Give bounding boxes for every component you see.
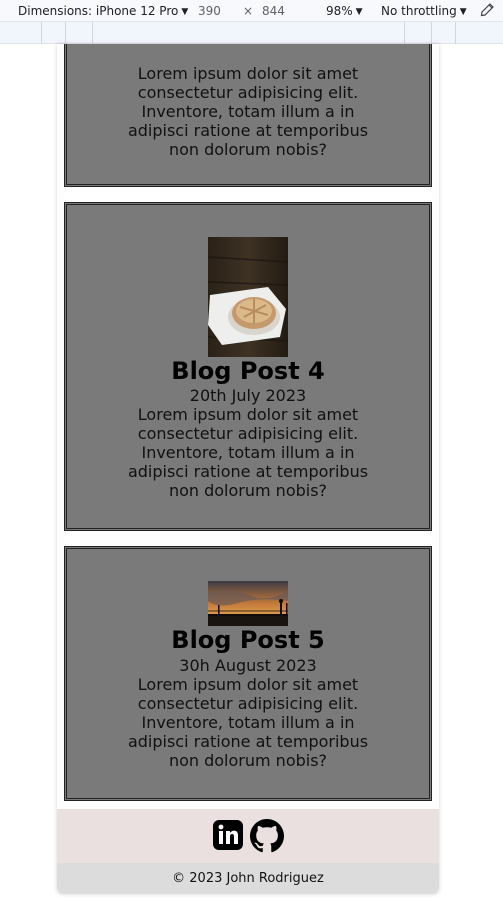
ruler-marker bbox=[41, 22, 42, 44]
blog-post-card[interactable]: Lorem ipsum dolor sit amet consectetur a… bbox=[64, 44, 432, 187]
post-body: Lorem ipsum dolor sit amet consectetur a… bbox=[127, 64, 369, 159]
device-dimensions-label: Dimensions: iPhone 12 Pro bbox=[18, 4, 179, 18]
chevron-down-icon: ▼ bbox=[181, 7, 189, 17]
ruler-marker bbox=[65, 22, 66, 44]
post-title[interactable]: Blog Post 5 bbox=[67, 626, 429, 654]
ruler-marker bbox=[431, 22, 432, 44]
pastry-photo bbox=[208, 237, 288, 357]
ruler-marker bbox=[404, 22, 405, 44]
copyright: © 2023 John Rodriguez bbox=[57, 863, 439, 894]
github-icon[interactable] bbox=[250, 819, 284, 853]
linkedin-icon[interactable] bbox=[212, 819, 246, 853]
post-date: 30h August 2023 bbox=[179, 656, 317, 675]
zoom-dropdown[interactable]: 98% ▼ bbox=[326, 3, 363, 20]
media-query-ruler[interactable] bbox=[0, 22, 503, 44]
post-date: 20th July 2023 bbox=[189, 386, 307, 405]
dimension-separator: × bbox=[243, 4, 254, 18]
throttling-label: No throttling bbox=[381, 4, 457, 18]
device-dimensions-dropdown[interactable]: Dimensions: iPhone 12 Pro ▼ bbox=[18, 3, 188, 20]
sunset-photo bbox=[208, 581, 288, 626]
post-body: Lorem ipsum dolor sit amet consectetur a… bbox=[127, 405, 369, 500]
device-height-input[interactable]: 844 bbox=[262, 3, 285, 19]
post-title[interactable]: Blog Post 4 bbox=[67, 357, 429, 385]
post-body: Lorem ipsum dolor sit amet consectetur a… bbox=[127, 675, 369, 770]
zoom-label: 98% bbox=[326, 4, 353, 18]
ruler-marker bbox=[455, 22, 456, 44]
device-toolbar: Dimensions: iPhone 12 Pro ▼ 390 × 844 98%… bbox=[0, 0, 503, 22]
device-viewport[interactable]: Lorem ipsum dolor sit amet consectetur a… bbox=[57, 44, 439, 894]
pen-icon[interactable] bbox=[479, 2, 495, 22]
chevron-down-icon: ▼ bbox=[355, 7, 363, 17]
throttling-dropdown[interactable]: No throttling ▼ bbox=[381, 3, 467, 20]
social-links bbox=[57, 809, 439, 863]
ruler-marker bbox=[92, 22, 93, 44]
chevron-down-icon: ▼ bbox=[459, 7, 467, 17]
blog-post-card[interactable]: Blog Post 4 20th July 2023 Lorem ipsum d… bbox=[64, 202, 432, 531]
blog-post-card[interactable]: Blog Post 5 30h August 2023 Lorem ipsum … bbox=[64, 546, 432, 801]
device-width-input[interactable]: 390 bbox=[198, 3, 221, 19]
